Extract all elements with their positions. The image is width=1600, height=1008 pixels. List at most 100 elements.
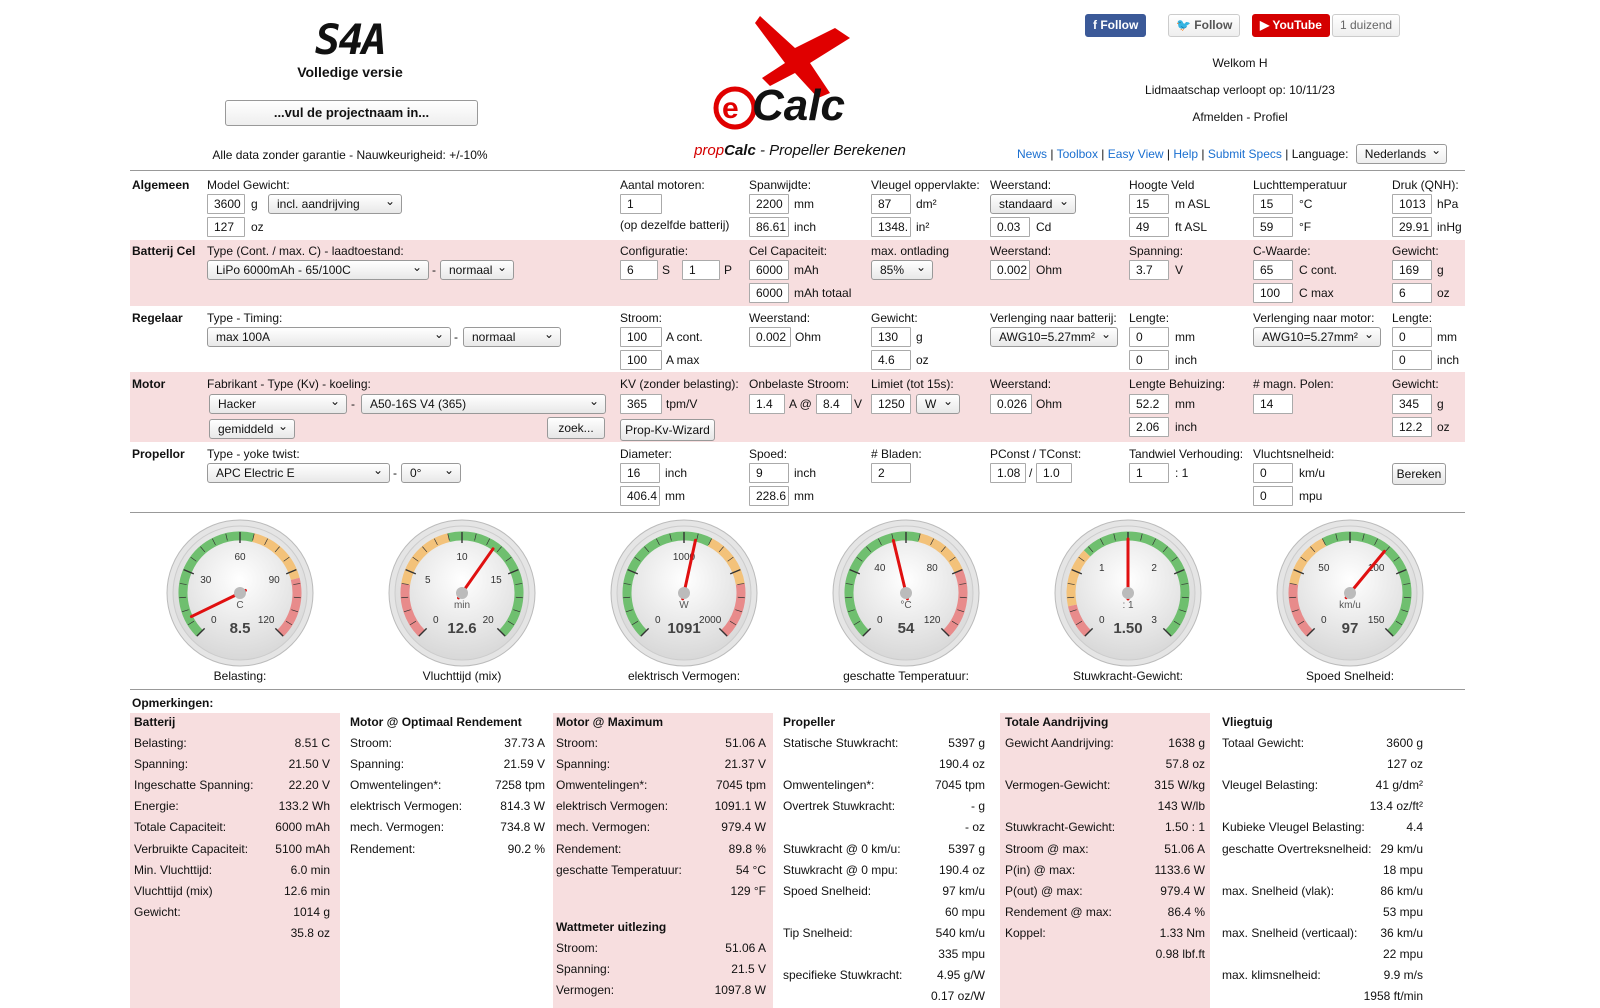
temp-f-input[interactable]: 59 [1253,217,1293,237]
gauge-unit: W [679,600,689,611]
motor-cooling-select[interactable]: gemiddeld [209,419,295,439]
drag-select[interactable]: standaard [990,194,1076,214]
result-label: geschatte Temperatuur: [556,862,682,877]
capacity-total-input[interactable]: 6000 [749,283,789,303]
weight-g-input[interactable]: 3600 [207,194,245,214]
area-in-input[interactable]: 1348. [871,217,911,237]
flight-mph-input[interactable]: 0 [1253,486,1293,506]
motor-weight-g-input[interactable]: 345 [1392,394,1432,414]
motor-weight-oz-input[interactable]: 12.2 [1392,417,1432,437]
cell-voltage-input[interactable]: 3.7 [1129,260,1169,280]
limit-input[interactable]: 1250 [871,394,911,414]
ext-motor-label: Verlenging naar motor: [1253,311,1375,325]
account-links[interactable]: Afmelden - Profiel [1140,110,1340,124]
case-in-input[interactable]: 2.06 [1129,417,1169,437]
cells-s-input[interactable]: 6 [620,260,658,280]
esc-weight-oz-input[interactable]: 4.6 [871,350,911,370]
limit-unit-select[interactable]: W [916,394,960,414]
poles-input[interactable]: 14 [1253,394,1293,414]
motor-model-select[interactable]: A50-16S V4 (365) [361,394,606,414]
gauge-label: geschatte Temperatuur: [843,669,969,683]
result-label: Vleugel Belasting: [1222,778,1319,793]
motor-res-input[interactable]: 0.026 [990,394,1032,414]
noload-v-input[interactable]: 8.4 [816,394,852,414]
kv-input[interactable]: 365 [620,394,662,414]
capacity-input[interactable]: 6000 [749,260,789,280]
diameter-mm-input[interactable]: 406.4 [620,486,660,506]
cell-weight-g-input[interactable]: 169 [1392,260,1432,280]
motor-search-button[interactable]: zoek... [547,417,605,439]
gauge-value: 1091 [667,620,700,637]
length1-in-input[interactable]: 0 [1129,350,1169,370]
motors-input[interactable]: 1 [620,194,662,214]
diameter-in-input[interactable]: 16 [620,463,660,483]
span-mm-input[interactable]: 2200 [749,194,789,214]
calculate-button[interactable]: Bereken [1392,463,1446,485]
result-value: 143 W/lb [1157,799,1205,814]
field-ft-input[interactable]: 49 [1129,217,1169,237]
motor-maker-select[interactable]: Hacker [209,394,347,414]
blades-input[interactable]: 2 [871,463,911,483]
nav-easy-view[interactable]: Easy View [1108,147,1164,161]
pitch-mm-input[interactable]: 228.6 [749,486,789,506]
gear-input[interactable]: 1 [1129,463,1169,483]
c-cont-input[interactable]: 65 [1253,260,1293,280]
length2-mm-input[interactable]: 0 [1392,327,1432,347]
press-hpa-input[interactable]: 1013 [1392,194,1432,214]
esc-timing-select[interactable]: normaal [463,327,561,347]
unit-label: C max [1299,286,1334,300]
prop-type-select[interactable]: APC Electric E [207,463,390,483]
cell-weight-oz-input[interactable]: 6 [1392,283,1432,303]
nav-help[interactable]: Help [1173,147,1198,161]
tconst-input[interactable]: 1.0 [1036,463,1072,483]
language-select[interactable]: Nederlands [1355,143,1448,164]
esc-max-input[interactable]: 100 [620,350,662,370]
span-inch-input[interactable]: 86.61 [749,217,789,237]
unit-label: inch [1175,353,1198,367]
field-m-input[interactable]: 15 [1129,194,1169,214]
result-value: 1014 g [293,904,330,919]
noload-a-input[interactable]: 1.4 [749,394,785,414]
c-max-input[interactable]: 100 [1253,283,1293,303]
facebook-follow-button[interactable]: f Follow [1085,14,1147,37]
battery-res-input[interactable]: 0.002 [990,260,1030,280]
pitch-in-input[interactable]: 9 [749,463,789,483]
poles-label: # magn. Polen: [1253,377,1334,391]
gauge-tick-label: 0 [433,615,439,626]
prop-kv-wizard-button[interactable]: Prop-Kv-Wizard [620,419,715,441]
temp-c-input[interactable]: 15 [1253,194,1293,214]
weight-mode-select[interactable]: incl. aandrijving [268,194,402,214]
cd-input[interactable]: 0.03 [990,217,1030,237]
ext-motor-select[interactable]: AWG10=5.27mm² [1253,327,1381,347]
nav-toolbox[interactable]: Toolbox [1057,147,1098,161]
flight-kmh-input[interactable]: 0 [1253,463,1293,483]
area-dm-input[interactable]: 87 [871,194,911,214]
esc-current-label: Stroom: [620,311,663,325]
weight-oz-input[interactable]: 127 [207,217,245,237]
result-label: Gewicht Aandrijving: [1005,736,1114,750]
twitter-follow-button[interactable]: 🐦 Follow [1168,14,1241,37]
case-mm-input[interactable]: 52.2 [1129,394,1169,414]
case-length-label: Lengte Behuizing: [1129,377,1226,391]
ext-battery-select[interactable]: AWG10=5.27mm² [990,327,1118,347]
discharge-select[interactable]: 85% [871,260,933,280]
youtube-button[interactable]: ▶ YouTube [1252,14,1330,37]
esc-cont-input[interactable]: 100 [620,327,662,347]
press-inhg-input[interactable]: 29.91 [1392,217,1432,237]
battery-type-select[interactable]: LiPo 6000mAh - 65/100C [207,260,429,280]
nav-news[interactable]: News [1017,147,1047,161]
esc-res-input[interactable]: 0.002 [749,327,791,347]
yoke-twist-select[interactable]: 0° [401,463,461,483]
cells-p-input[interactable]: 1 [682,260,720,280]
length2-in-input[interactable]: 0 [1392,350,1432,370]
nav-submit-specs[interactable]: Submit Specs [1208,147,1282,161]
battery-state-select[interactable]: normaal [440,260,514,280]
pconst-input[interactable]: 1.08 [990,463,1026,483]
result-value: 315 W/kg [1154,778,1205,793]
span-label: Spanwijdte: [749,178,812,192]
esc-type-select[interactable]: max 100A [207,327,451,347]
project-name-input[interactable]: ...vul de projectnaam in... [225,100,478,126]
gauge-value: 54 [898,620,915,637]
length1-mm-input[interactable]: 0 [1129,327,1169,347]
esc-weight-g-input[interactable]: 130 [871,327,911,347]
